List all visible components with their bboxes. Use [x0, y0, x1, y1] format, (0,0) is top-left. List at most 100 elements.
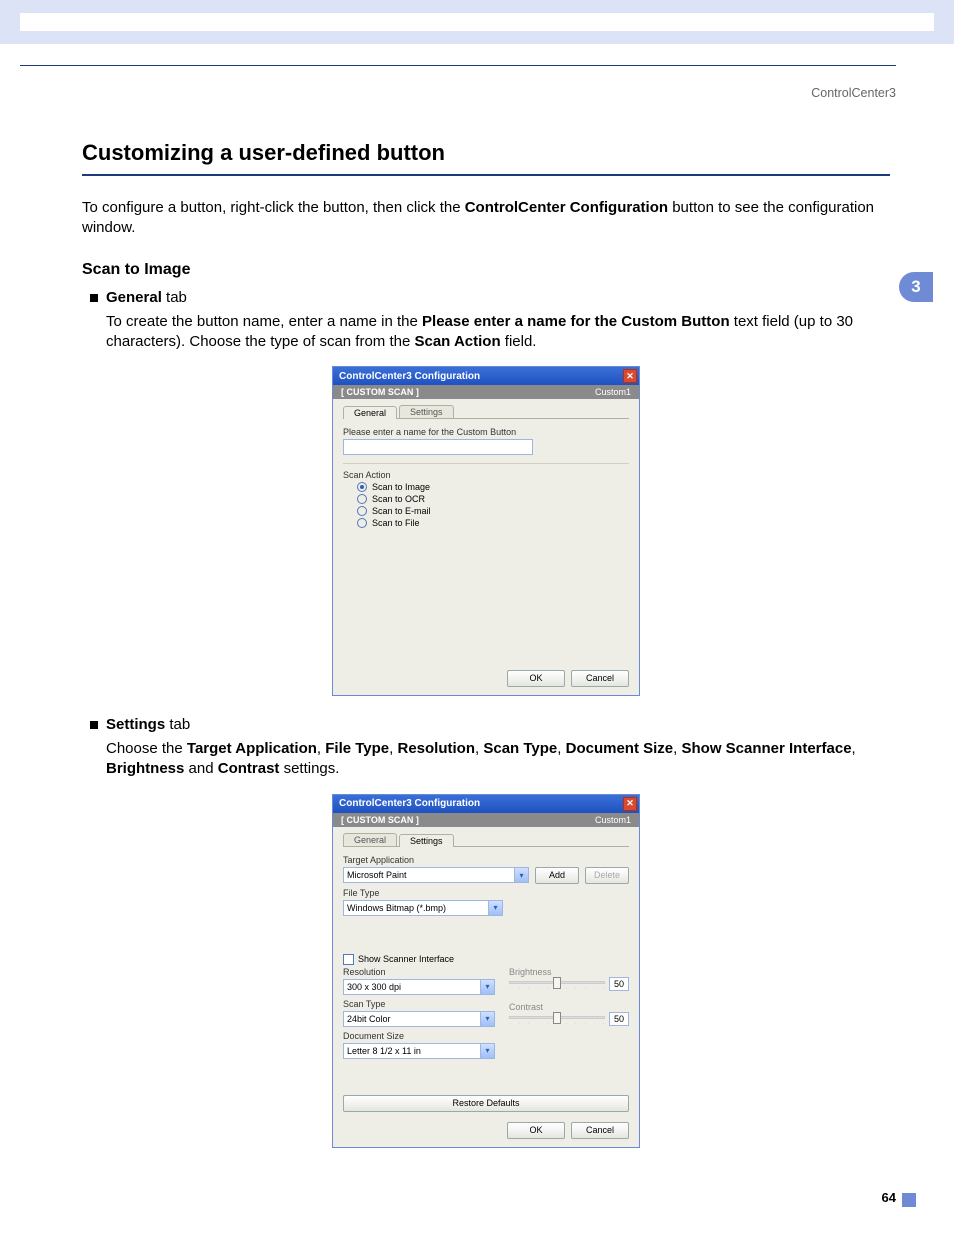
scan-type-select[interactable]: 24bit Color ▾	[343, 1011, 495, 1027]
chevron-down-icon: ▾	[480, 1012, 494, 1026]
slider-thumb[interactable]	[553, 977, 561, 989]
ok-button[interactable]: OK	[507, 670, 565, 687]
brightness-slider[interactable]: ··········· 50	[509, 981, 629, 992]
p2h: Scan Type	[483, 740, 557, 757]
p2a: Choose the	[106, 740, 187, 757]
brightness-label: Brightness	[509, 967, 629, 977]
bullet-settings-text: Settings tab	[106, 716, 190, 733]
dialog-general-sub-right: Custom1	[595, 387, 631, 397]
bullet-general-text: General tab	[106, 289, 187, 306]
ok-button[interactable]: OK	[507, 1122, 565, 1139]
chevron-down-icon: ▾	[488, 901, 502, 915]
dialog-settings-titlebar: ControlCenter3 Configuration ✕	[333, 795, 639, 813]
p2b: Target Application	[187, 740, 317, 757]
bullet-settings-bold: Settings	[106, 716, 165, 733]
radio-scan-to-email-label: Scan to E-mail	[372, 506, 431, 516]
show-scanner-interface-checkbox[interactable]: Show Scanner Interface	[343, 954, 629, 965]
custom-button-name-input[interactable]	[343, 439, 533, 455]
main-content: Customizing a user-defined button To con…	[82, 140, 890, 1168]
scan-type-label: Scan Type	[343, 999, 495, 1009]
p2p: Contrast	[218, 760, 280, 777]
p1d: Scan Action	[414, 333, 500, 350]
restore-defaults-button[interactable]: Restore Defaults	[343, 1095, 629, 1112]
dialog-general-titlebar: ControlCenter3 Configuration ✕	[333, 367, 639, 385]
dialog-settings-buttons: OK Cancel	[333, 1116, 639, 1147]
radio-scan-to-image[interactable]: Scan to Image	[357, 482, 629, 492]
settings-tab-paragraph: Choose the Target Application, File Type…	[106, 739, 890, 780]
bullet-general-post: tab	[162, 289, 187, 306]
file-type-value: Windows Bitmap (*.bmp)	[347, 903, 446, 913]
radio-scan-to-file[interactable]: Scan to File	[357, 518, 629, 528]
dialog-general: ControlCenter3 Configuration ✕ [ CUSTOM …	[332, 366, 640, 696]
p2o: and	[184, 760, 217, 777]
scan-options-right: Brightness ··········· 50 Contrast ·····…	[509, 967, 629, 1059]
tab-general[interactable]: General	[343, 833, 397, 846]
cancel-button[interactable]: Cancel	[571, 670, 629, 687]
tab-settings[interactable]: Settings	[399, 834, 454, 847]
bullet-general: General tab	[90, 289, 890, 306]
footer-accent	[902, 1193, 916, 1207]
bullet-settings: Settings tab	[90, 716, 890, 733]
dialog-general-tabs: General Settings	[343, 405, 629, 419]
radio-icon	[357, 518, 367, 528]
delete-button[interactable]: Delete	[585, 867, 629, 884]
p2l: Show Scanner Interface	[681, 740, 851, 757]
document-size-value: Letter 8 1/2 x 11 in	[347, 1046, 421, 1056]
p2e: ,	[389, 740, 397, 757]
bullet-icon	[90, 294, 98, 302]
subheading-scan-to-image: Scan to Image	[82, 261, 890, 279]
contrast-slider[interactable]: ··········· 50	[509, 1016, 629, 1027]
resolution-label: Resolution	[343, 967, 495, 977]
tab-general[interactable]: General	[343, 406, 397, 419]
target-application-label: Target Application	[343, 855, 629, 865]
dialog-settings-title: ControlCenter3 Configuration	[339, 798, 480, 809]
radio-icon	[357, 506, 367, 516]
product-header: ControlCenter3	[811, 86, 896, 100]
document-size-label: Document Size	[343, 1031, 495, 1041]
scan-action-group-label: Scan Action	[343, 470, 629, 480]
show-scanner-interface-label: Show Scanner Interface	[358, 954, 454, 964]
top-band	[0, 0, 954, 44]
tab-settings[interactable]: Settings	[399, 405, 454, 418]
slider-track	[509, 1016, 605, 1019]
chevron-down-icon: ▾	[480, 1044, 494, 1058]
group-separator	[343, 463, 629, 464]
dialog-general-subheader: [ CUSTOM SCAN ] Custom1	[333, 385, 639, 399]
cancel-button[interactable]: Cancel	[571, 1122, 629, 1139]
resolution-select[interactable]: 300 x 300 dpi ▾	[343, 979, 495, 995]
document-size-select[interactable]: Letter 8 1/2 x 11 in ▾	[343, 1043, 495, 1059]
dialog-settings-tabs: General Settings	[343, 833, 629, 847]
dialog-settings-sub-left: [ CUSTOM SCAN ]	[341, 815, 419, 825]
file-type-select[interactable]: Windows Bitmap (*.bmp) ▾	[343, 900, 503, 916]
p2j: Document Size	[566, 740, 674, 757]
p1b: Please enter a name for the Custom Butto…	[422, 313, 730, 330]
p2i: ,	[557, 740, 565, 757]
spacer	[343, 530, 629, 660]
radio-scan-to-ocr-label: Scan to OCR	[372, 494, 425, 504]
spacer	[343, 1059, 629, 1095]
close-icon[interactable]: ✕	[623, 369, 637, 383]
scan-type-value: 24bit Color	[347, 1014, 391, 1024]
radio-scan-to-image-label: Scan to Image	[372, 482, 430, 492]
slider-track	[509, 981, 605, 984]
radio-scan-to-email[interactable]: Scan to E-mail	[357, 506, 629, 516]
target-application-select[interactable]: Microsoft Paint ▾	[343, 867, 529, 883]
bullet-general-bold: General	[106, 289, 162, 306]
resolution-value: 300 x 300 dpi	[347, 982, 401, 992]
p2m: ,	[852, 740, 856, 757]
dialog-general-sub-left: [ CUSTOM SCAN ]	[341, 387, 419, 397]
chapter-tab: 3	[899, 272, 933, 302]
scan-options-left: Resolution 300 x 300 dpi ▾ Scan Type 24b…	[343, 967, 495, 1059]
bullet-icon	[90, 721, 98, 729]
radio-scan-to-ocr[interactable]: Scan to OCR	[357, 494, 629, 504]
close-icon[interactable]: ✕	[623, 797, 637, 811]
p2f: Resolution	[398, 740, 476, 757]
slider-thumb[interactable]	[553, 1012, 561, 1024]
scan-options-columns: Resolution 300 x 300 dpi ▾ Scan Type 24b…	[343, 967, 629, 1059]
add-button[interactable]: Add	[535, 867, 579, 884]
radio-icon	[357, 494, 367, 504]
bullet-settings-post: tab	[165, 716, 190, 733]
dialog-general-buttons: OK Cancel	[333, 664, 639, 695]
p1e: field.	[501, 333, 537, 350]
top-rule	[20, 65, 896, 66]
